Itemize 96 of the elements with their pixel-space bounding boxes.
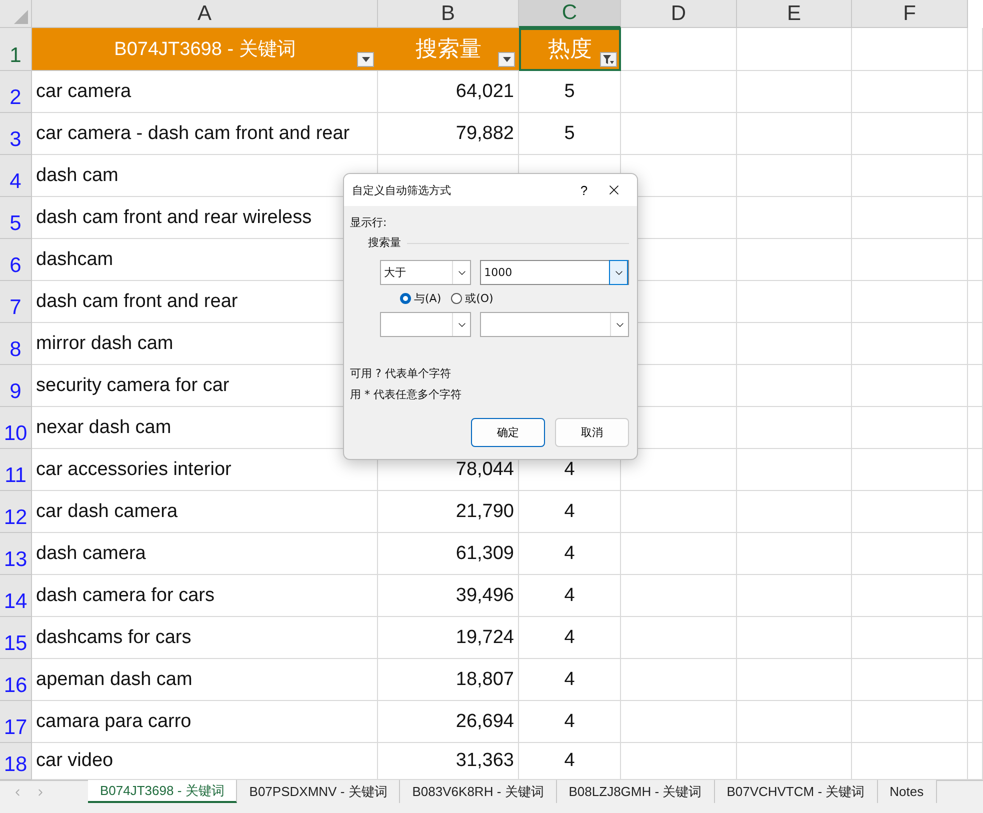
section-label: 显示行: (350, 215, 388, 231)
select-all-corner[interactable] (0, 0, 32, 28)
row-number[interactable]: 6 (0, 239, 32, 281)
row-number[interactable]: 10 (0, 407, 32, 449)
column-header[interactable]: E (737, 0, 852, 28)
dialog-title: 自定义自动筛选方式 (352, 182, 452, 198)
row-number[interactable]: 9 (0, 365, 32, 407)
table-cell: 4 (519, 659, 621, 701)
filter-button[interactable] (498, 52, 515, 67)
value-combo[interactable] (480, 312, 629, 337)
hint-text: 用 * 代表任意多个字符 (350, 387, 462, 403)
table-cell: car camera - dash cam front and rear (32, 113, 378, 155)
table-cell: car dash camera (32, 491, 378, 533)
table-cell: dash camera for cars (32, 575, 378, 617)
table-cell: 4 (519, 575, 621, 617)
empty-cell (968, 701, 983, 743)
empty-cell (968, 197, 983, 239)
row-number[interactable]: 4 (0, 155, 32, 197)
row-number[interactable]: 11 (0, 449, 32, 491)
row-number[interactable]: 14 (0, 575, 32, 617)
caret-icon (362, 57, 370, 62)
row-number[interactable]: 15 (0, 617, 32, 659)
table-cell: 39,496 (378, 575, 519, 617)
empty-cell (968, 155, 983, 197)
dialog-button[interactable]: 取消 (555, 418, 629, 447)
filter-icon (603, 54, 614, 64)
table-cell: dash camera (32, 533, 378, 575)
column-header[interactable]: A (32, 0, 378, 28)
empty-cell (968, 365, 983, 407)
table-cell: 5 (519, 71, 621, 113)
sheet-tab[interactable]: B083V6K8RH - 关键词 (400, 780, 557, 803)
empty-cell (968, 113, 983, 155)
row-number[interactable]: 17 (0, 701, 32, 743)
filter-button[interactable] (600, 52, 617, 67)
hint-text: 可用 ? 代表单个字符 (350, 366, 452, 382)
empty-cell (968, 239, 983, 281)
table-cell: apeman dash cam (32, 659, 378, 701)
empty-cell (968, 323, 983, 365)
sheet-tab[interactable]: B07PSDXMNV - 关键词 (237, 780, 400, 803)
table-cell: 64,021 (378, 71, 519, 113)
table-cell: 5 (519, 113, 621, 155)
table-cell: 21,790 (378, 491, 519, 533)
row-number[interactable]: 16 (0, 659, 32, 701)
empty-cell (968, 659, 983, 701)
group-label: 搜索量 (368, 235, 401, 251)
column-header[interactable]: B (378, 0, 519, 28)
row-number[interactable]: 5 (0, 197, 32, 239)
caret-icon (502, 57, 510, 62)
table-cell: 19,724 (378, 617, 519, 659)
row-number[interactable]: 7 (0, 281, 32, 323)
row-number[interactable]: 12 (0, 491, 32, 533)
row-number[interactable]: 1 (0, 28, 32, 71)
empty-cell (968, 617, 983, 659)
value-combo[interactable]: 1000 (480, 260, 629, 285)
empty-cell (968, 71, 983, 113)
table-cell: 4 (519, 701, 621, 743)
empty-cell (968, 281, 983, 323)
triangle-icon (14, 10, 28, 24)
header-text: 搜索量 (416, 35, 482, 63)
row-number[interactable]: 2 (0, 71, 32, 113)
operator-dropdown[interactable]: 大于 (380, 260, 472, 285)
column-header[interactable]: C (519, 0, 621, 28)
filter-button[interactable] (357, 52, 374, 67)
column-header[interactable]: D (621, 0, 737, 28)
table-cell: 4 (519, 491, 621, 533)
header-text: 热度 (548, 35, 592, 63)
empty-cell (968, 491, 983, 533)
sheet-tab[interactable]: Notes (878, 780, 937, 803)
help-button[interactable]: ? (569, 182, 599, 198)
row-number[interactable]: 18 (0, 743, 32, 780)
row-number[interactable]: 8 (0, 323, 32, 365)
empty-cell (968, 575, 983, 617)
table-cell: car camera (32, 71, 378, 113)
operator-dropdown[interactable] (380, 312, 472, 337)
column-header[interactable]: F (852, 0, 968, 28)
dialog-button[interactable]: 确定 (471, 418, 545, 447)
radio-option[interactable]: 与(A) (400, 291, 442, 306)
table-cell: camara para carro (32, 701, 378, 743)
empty-cell (968, 449, 983, 491)
header-text: B074JT3698 - 关键词 (114, 38, 296, 62)
radio-option[interactable]: 或(O) (451, 291, 494, 306)
empty-cell (968, 533, 983, 575)
table-cell: 4 (519, 533, 621, 575)
row-number[interactable]: 13 (0, 533, 32, 575)
table-cell: 61,309 (378, 533, 519, 575)
sheet-tab[interactable]: B07VCHVTCM - 关键词 (714, 780, 878, 803)
sheet-tab[interactable]: B08LZJ8GMH - 关键词 (556, 780, 715, 803)
empty-cell (968, 407, 983, 449)
table-cell: dashcams for cars (32, 617, 378, 659)
table-cell: 4 (519, 617, 621, 659)
empty-cell (968, 28, 983, 71)
row-number[interactable]: 3 (0, 113, 32, 155)
table-cell: 79,882 (378, 113, 519, 155)
table-cell: 26,694 (378, 701, 519, 743)
sheet-tab[interactable]: B074JT3698 - 关键词 (88, 780, 238, 803)
table-cell: 18,807 (378, 659, 519, 701)
